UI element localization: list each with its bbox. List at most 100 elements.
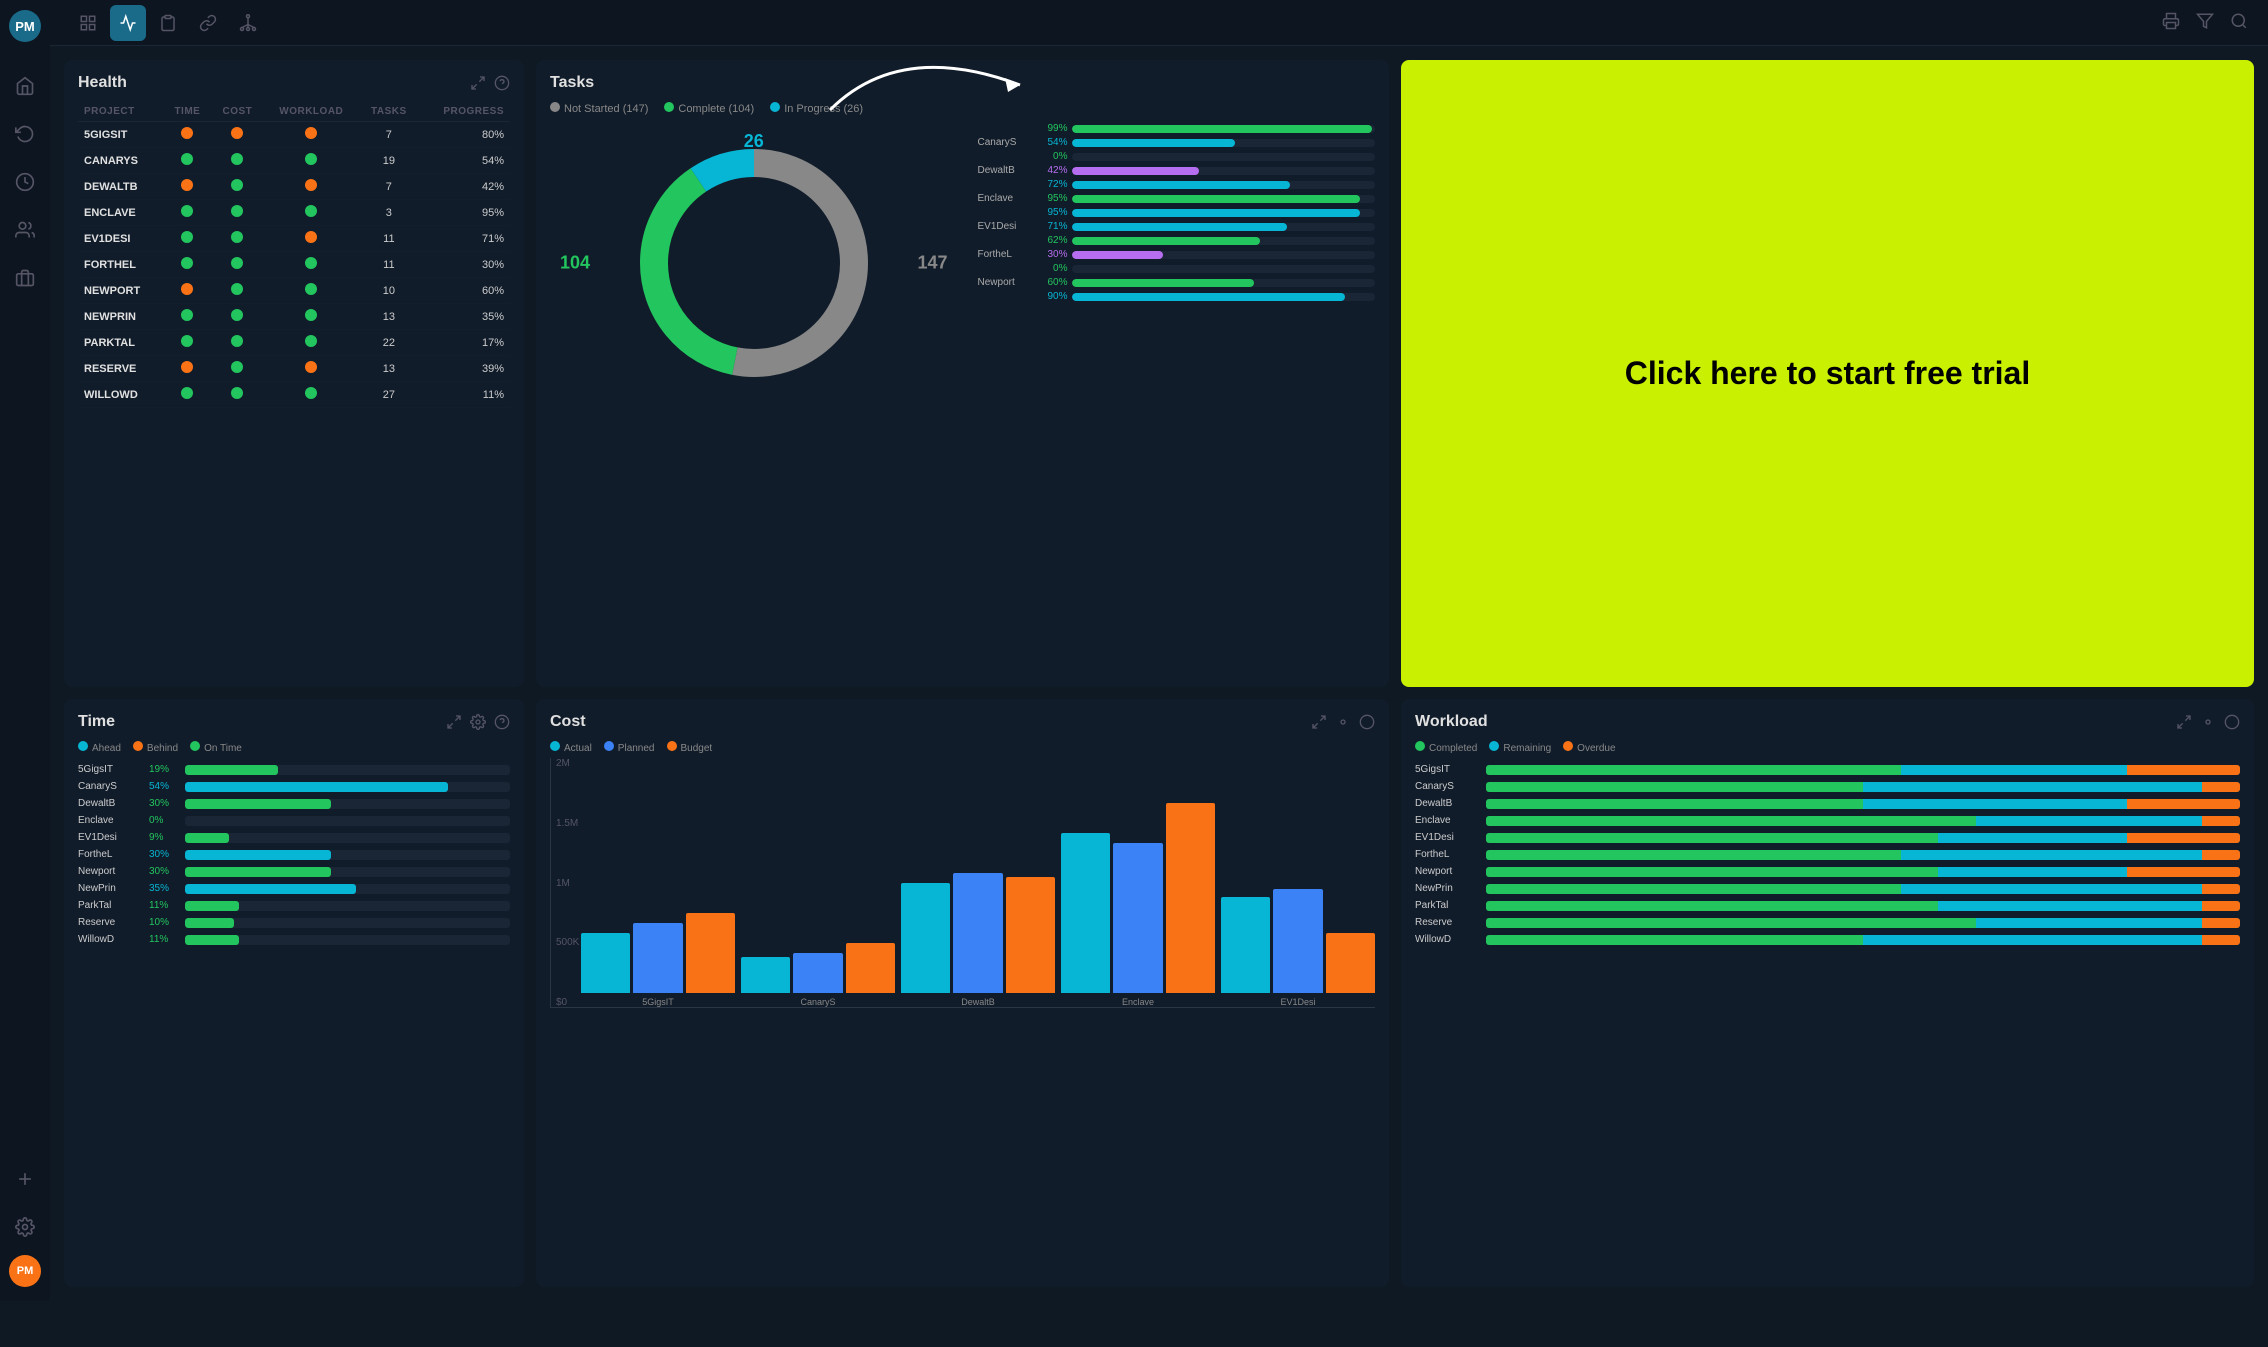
table-row: DEWALTB 7 42%	[78, 174, 510, 200]
workload-icons	[2176, 714, 2240, 730]
progress-bar-row: 95%	[978, 207, 1376, 218]
help-cost-icon[interactable]	[1359, 714, 1375, 730]
print-icon[interactable]	[2162, 12, 2180, 33]
legend-actual: Actual	[550, 741, 592, 754]
progress-label: EV1Desi	[978, 221, 1036, 232]
workload-row-label: 5GigsIT	[1415, 764, 1480, 775]
tab-clipboard[interactable]	[150, 5, 186, 41]
time-row: DewaltB 30%	[78, 798, 510, 809]
expand-cost-icon[interactable]	[1311, 714, 1327, 730]
workload-row-label: CanaryS	[1415, 781, 1480, 792]
col-workload: WORKLOAD	[264, 102, 359, 122]
time-bar-container: 30%	[149, 798, 510, 809]
cost-bar	[741, 957, 790, 993]
progress-bar-fill	[1072, 293, 1345, 301]
help-time-icon[interactable]	[494, 714, 510, 730]
workload-row: Enclave	[1415, 815, 2240, 826]
time-bar-container: 30%	[149, 866, 510, 877]
workload-dot	[264, 148, 359, 174]
legend-behind: Behind	[133, 741, 178, 754]
sidebar-item-briefcase[interactable]	[5, 258, 45, 298]
sidebar: PM PM	[0, 0, 50, 1301]
workload-dot	[264, 174, 359, 200]
workload-remaining-seg	[1901, 850, 2203, 860]
sidebar-item-refresh[interactable]	[5, 114, 45, 154]
gear-cost-icon[interactable]	[1335, 714, 1351, 730]
progress-pct: 35%	[419, 304, 510, 330]
progress-bar-bg	[1072, 209, 1376, 217]
workload-title: Workload	[1415, 713, 1488, 731]
workload-bar-track	[1486, 884, 2240, 894]
time-bar-track	[185, 765, 510, 775]
time-pct-label: 11%	[149, 900, 181, 911]
workload-bar-track	[1486, 901, 2240, 911]
help-icon[interactable]	[494, 75, 510, 91]
tasks-count: 13	[359, 304, 419, 330]
expand-workload-icon[interactable]	[2176, 714, 2192, 730]
cta-banner[interactable]: Click here to start free trial	[1401, 60, 2254, 687]
progress-value: 95%	[1040, 207, 1068, 218]
cost-dot	[211, 200, 263, 226]
time-bar-track	[185, 918, 510, 928]
time-bar-container: 9%	[149, 832, 510, 843]
filter-icon[interactable]	[2196, 12, 2214, 33]
tab-link[interactable]	[190, 5, 226, 41]
tasks-count: 19	[359, 148, 419, 174]
sidebar-item-people[interactable]	[5, 210, 45, 250]
tab-chart[interactable]	[110, 5, 146, 41]
tasks-title: Tasks	[550, 74, 594, 92]
time-row-label: FortheL	[78, 849, 143, 860]
progress-value: 0%	[1040, 263, 1068, 274]
topbar-right	[2162, 12, 2248, 33]
legend-ontime: On Time	[190, 741, 242, 754]
workload-completed-seg	[1486, 884, 1901, 894]
cost-dot	[211, 330, 263, 356]
cost-title: Cost	[550, 713, 586, 731]
sidebar-item-avatar[interactable]: PM	[9, 1255, 41, 1287]
workload-row: ParkTal	[1415, 900, 2240, 911]
legend-not-started: Not Started (147)	[550, 102, 648, 115]
donut-label-complete: 104	[560, 253, 590, 274]
sidebar-item-add[interactable]	[5, 1159, 45, 1199]
time-row: 5GigsIT 19%	[78, 764, 510, 775]
tasks-legend: Not Started (147) Complete (104) In Prog…	[550, 102, 1375, 115]
cost-bar	[1326, 933, 1375, 993]
expand-icon[interactable]	[470, 75, 486, 91]
donut-chart	[614, 123, 894, 403]
progress-bar-fill	[1072, 181, 1291, 189]
cost-group: CanaryS	[741, 943, 895, 1007]
workload-bar-track	[1486, 918, 2240, 928]
cost-group: Enclave	[1061, 803, 1215, 1007]
gear-time-icon[interactable]	[470, 714, 486, 730]
sidebar-item-settings[interactable]	[5, 1207, 45, 1247]
progress-pct: 60%	[419, 278, 510, 304]
gear-workload-icon[interactable]	[2200, 714, 2216, 730]
help-workload-icon[interactable]	[2224, 714, 2240, 730]
tab-hierarchy[interactable]	[230, 5, 266, 41]
workload-completed-seg	[1486, 816, 1976, 826]
time-bar-track	[185, 901, 510, 911]
sidebar-item-home[interactable]	[5, 66, 45, 106]
progress-bar-row: Newport 60%	[978, 277, 1376, 288]
workload-completed-seg	[1486, 867, 1938, 877]
progress-bar-fill	[1072, 195, 1360, 203]
progress-bar-row: 90%	[978, 291, 1376, 302]
time-row: Reserve 10%	[78, 917, 510, 928]
col-progress: PROGRESS	[419, 102, 510, 122]
time-row-label: DewaltB	[78, 798, 143, 809]
cost-group: DewaltB	[901, 873, 1055, 1007]
time-pct-label: 30%	[149, 849, 181, 860]
time-row-label: Enclave	[78, 815, 143, 826]
progress-pct: 54%	[419, 148, 510, 174]
sidebar-item-history[interactable]	[5, 162, 45, 202]
search-icon[interactable]	[2230, 12, 2248, 33]
tasks-count: 11	[359, 226, 419, 252]
tasks-count: 22	[359, 330, 419, 356]
tab-grid[interactable]	[70, 5, 106, 41]
workload-dot	[264, 356, 359, 382]
progress-bar-bg	[1072, 279, 1376, 287]
expand-time-icon[interactable]	[446, 714, 462, 730]
cost-bar	[1061, 833, 1110, 993]
workload-overdue-seg	[2127, 833, 2240, 843]
workload-row-label: DewaltB	[1415, 798, 1480, 809]
